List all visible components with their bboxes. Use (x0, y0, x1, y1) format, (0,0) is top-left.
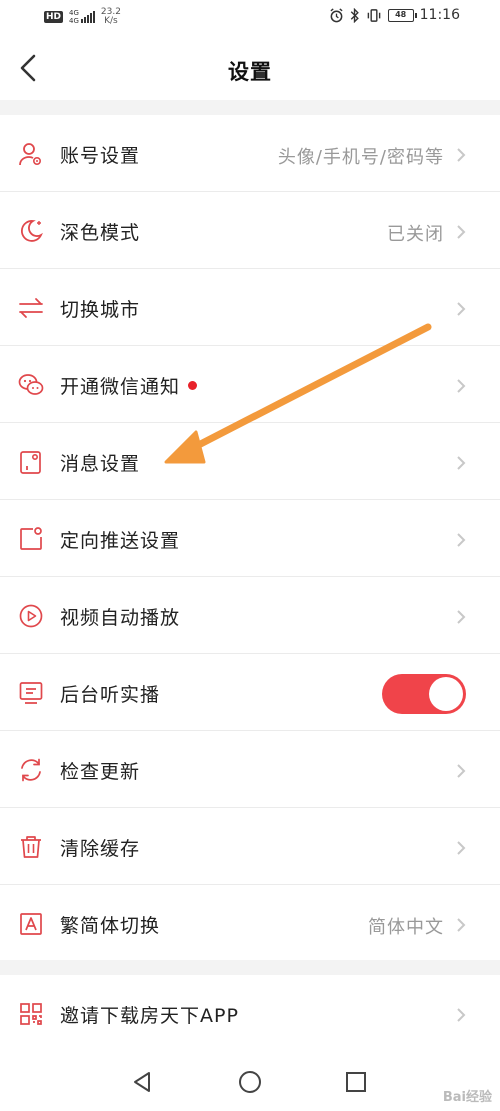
clock: 11:16 (419, 7, 460, 23)
play-icon (19, 604, 43, 628)
settings-group-1: 账号设置 头像/手机号/密码等 深色模式 已关闭 切换城市 开通微信通知 消息设… (0, 115, 500, 960)
settings-row-dark-mode[interactable]: 深色模式 已关闭 (0, 192, 500, 269)
settings-row-label: 切换城市 (60, 299, 141, 321)
notification-dot (188, 381, 198, 390)
settings-row-label: 邀请下载房天下APP (60, 1005, 239, 1027)
chevron-right-icon (457, 1008, 466, 1022)
vibrate-icon (367, 8, 380, 22)
settings-row-wechat[interactable]: 开通微信通知 (0, 346, 500, 423)
watermark: Bai经验 (442, 1090, 492, 1105)
refresh-icon (21, 758, 41, 782)
hd-badge: HD (44, 11, 64, 23)
status-left: HD 4G 4G 23.2 K/s (44, 8, 121, 26)
signal-label-1: 4G (69, 9, 79, 17)
battery-icon: 48 (387, 8, 417, 22)
status-right: 48 11:16 (329, 7, 460, 23)
app-header: 设置 (0, 36, 500, 100)
settings-row-label: 繁简体切换 (60, 915, 161, 937)
settings-row-label: 后台听实播 (60, 684, 161, 706)
chevron-right-icon (457, 610, 466, 624)
chevron-right-icon (457, 456, 466, 470)
square-recents-icon[interactable] (341, 1067, 371, 1097)
toggle-knob (429, 677, 463, 711)
chevron-right-icon (457, 841, 466, 855)
chevron-right-icon (457, 225, 466, 239)
signal-indicator: 4G 4G (69, 9, 95, 25)
network-speed: 23.2 K/s (101, 8, 121, 26)
triangle-back-icon[interactable] (128, 1067, 158, 1097)
system-nav-bar: Bai经验 (0, 1053, 500, 1111)
chevron-right-icon (457, 379, 466, 393)
settings-row-video[interactable]: 视频自动播放 (0, 577, 500, 654)
wechat-label-text: 开通微信通知 (60, 376, 181, 398)
chevron-right-icon (457, 302, 466, 316)
settings-row-city[interactable]: 切换城市 (0, 269, 500, 346)
settings-row-label: 视频自动播放 (60, 607, 181, 629)
alarm-icon (330, 7, 343, 22)
qr-code-icon (20, 1003, 42, 1025)
settings-row-label: 开通微信通知 (60, 372, 198, 399)
chevron-right-icon (457, 764, 466, 778)
settings-row-label: 检查更新 (60, 761, 141, 783)
status-bar: HD 4G 4G 23.2 K/s 48 11:16 (0, 0, 500, 36)
settings-row-cache[interactable]: 清除缓存 (0, 808, 500, 885)
settings-row-label: 定向推送设置 (60, 530, 181, 552)
trash-icon (21, 836, 41, 858)
signal-label-2: 4G (69, 17, 79, 25)
page-title: 设置 (228, 60, 272, 84)
chevron-right-icon (457, 533, 466, 547)
swap-icon (19, 298, 43, 318)
message-settings-icon (20, 451, 41, 474)
moon-icon (21, 220, 43, 242)
settings-row-invite[interactable]: 邀请下载房天下APP (0, 975, 500, 1052)
wechat-icon (18, 374, 44, 395)
settings-row-label: 消息设置 (60, 453, 141, 475)
settings-row-message[interactable]: 消息设置 (0, 423, 500, 500)
settings-row-value: 已关闭 (387, 224, 444, 245)
settings-row-update[interactable]: 检查更新 (0, 731, 500, 808)
bluetooth-icon (350, 7, 359, 23)
push-icon (20, 527, 42, 550)
chevron-right-icon (457, 148, 466, 162)
settings-row-language[interactable]: 繁简体切换 简体中文 (0, 885, 500, 962)
settings-row-value: 头像/手机号/密码等 (277, 147, 444, 168)
settings-row-account[interactable]: 账号设置 头像/手机号/密码等 (0, 115, 500, 192)
settings-group-2: 邀请下载房天下APP (0, 975, 500, 1053)
tv-icon (19, 682, 43, 704)
settings-row-background-audio: 后台听实播 (0, 654, 500, 731)
font-a-icon (20, 913, 42, 935)
settings-row-label: 清除缓存 (60, 838, 141, 860)
settings-row-label: 账号设置 (60, 145, 141, 167)
settings-row-push[interactable]: 定向推送设置 (0, 500, 500, 577)
chevron-right-icon (457, 918, 466, 932)
user-gear-icon (19, 143, 42, 166)
settings-row-label: 深色模式 (60, 222, 141, 244)
speed-unit: K/s (104, 16, 118, 26)
background-audio-toggle[interactable] (382, 674, 466, 714)
settings-row-value: 简体中文 (368, 917, 444, 938)
circle-home-icon[interactable] (235, 1067, 265, 1097)
signal-bars-icon (80, 11, 95, 23)
